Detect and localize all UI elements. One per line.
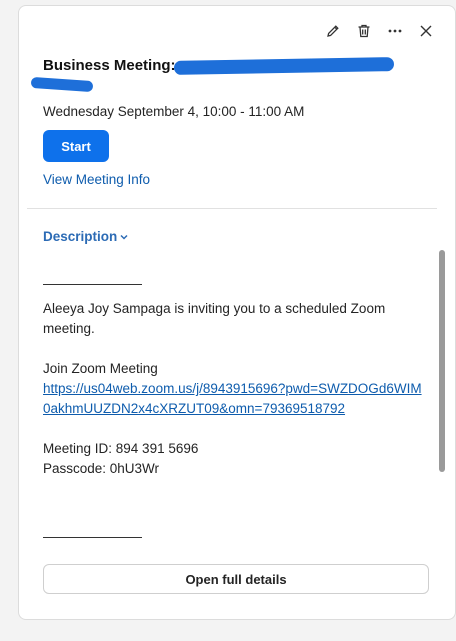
description-body: Aleeya Joy Sampaga is inviting you to a … [43, 284, 428, 479]
description-toggle[interactable]: Description [43, 229, 129, 244]
more-icon[interactable] [386, 22, 404, 40]
chevron-down-icon [120, 234, 128, 240]
start-button[interactable]: Start [43, 130, 109, 162]
open-full-details-button[interactable]: Open full details [43, 564, 429, 594]
join-label: Join Zoom Meeting [43, 361, 158, 376]
trash-icon[interactable] [355, 22, 373, 40]
meeting-id: Meeting ID: 894 391 5696 [43, 441, 199, 456]
view-meeting-info-link[interactable]: View Meeting Info [43, 172, 150, 187]
passcode: Passcode: 0hU3Wr [43, 461, 160, 476]
edit-icon[interactable] [324, 22, 342, 40]
join-meeting-link[interactable]: https://us04web.zoom.us/j/8943915696?pwd… [43, 381, 422, 416]
close-icon[interactable] [417, 22, 435, 40]
separator-line [43, 537, 142, 538]
meeting-datetime: Wednesday September 4, 10:00 - 11:00 AM [43, 104, 305, 119]
separator-line [43, 284, 142, 285]
description-toggle-label: Description [43, 229, 118, 244]
divider [27, 208, 437, 209]
redaction-mark [30, 76, 94, 93]
meeting-popup-card: Business Meeting: Wednesday September 4,… [18, 5, 456, 620]
invite-text: Aleeya Joy Sampaga is inviting you to a … [43, 301, 386, 336]
popup-toolbar [324, 22, 435, 40]
scrollbar-thumb[interactable] [439, 250, 445, 472]
